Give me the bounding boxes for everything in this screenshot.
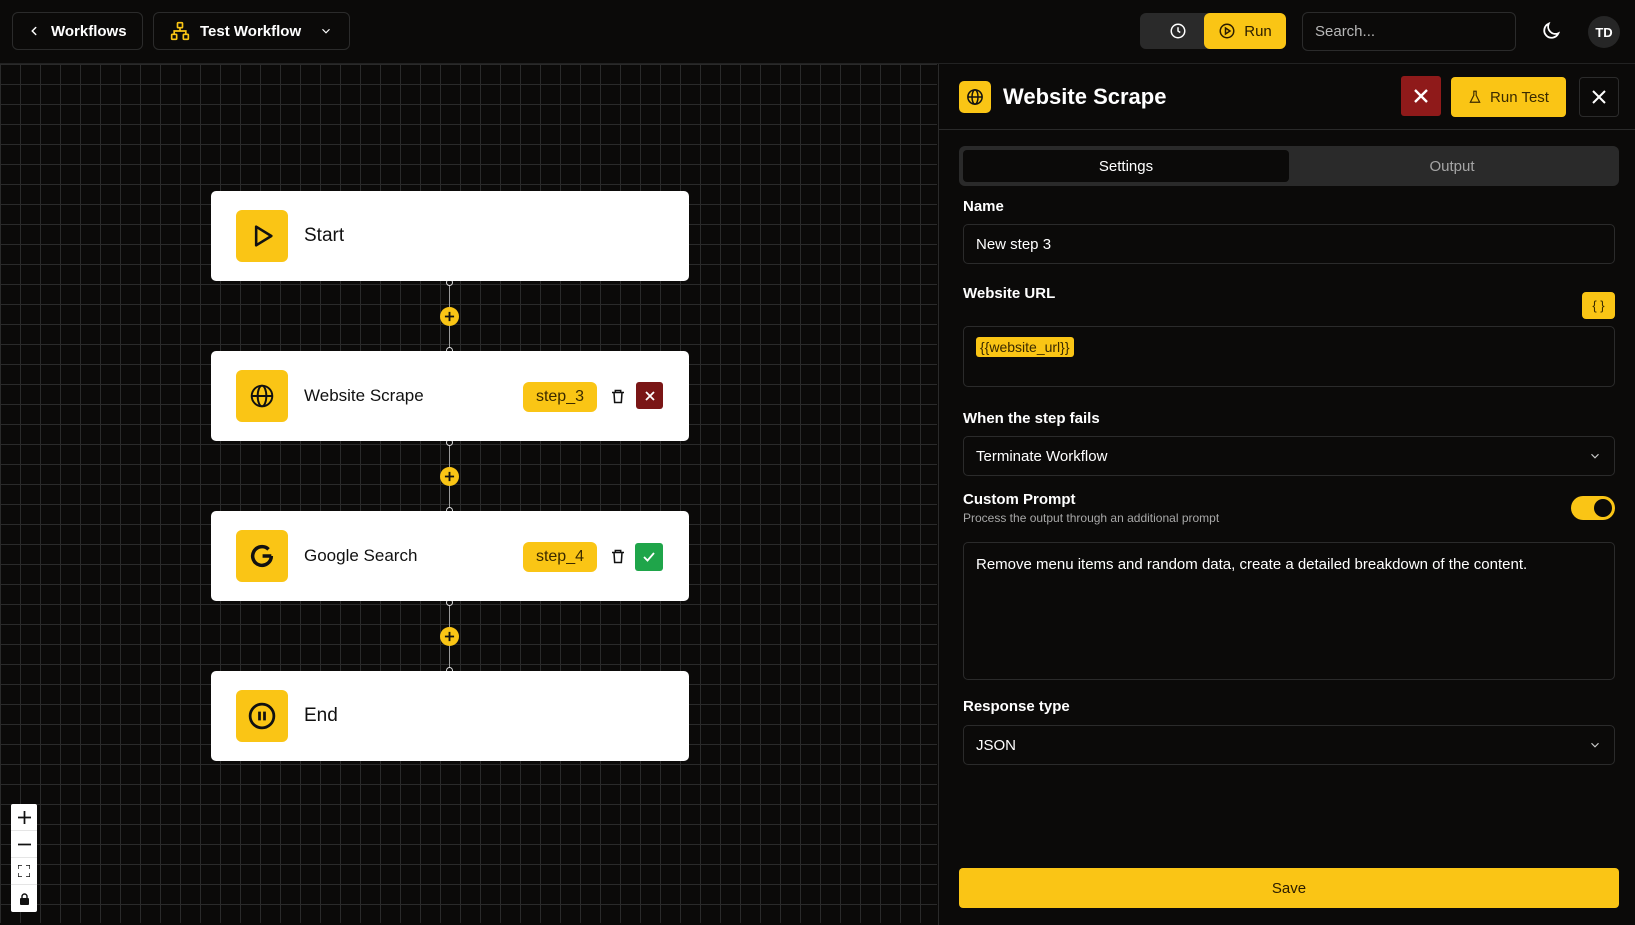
lock-button[interactable] — [11, 885, 37, 912]
add-step-button[interactable] — [440, 307, 459, 326]
plus-icon — [444, 471, 455, 482]
node-title: End — [304, 705, 338, 726]
variable-chip: {{website_url}} — [976, 337, 1074, 357]
node-end[interactable]: End — [211, 671, 689, 761]
success-check-icon — [635, 543, 663, 571]
moon-icon[interactable] — [1540, 20, 1562, 42]
response-type-select[interactable]: JSON — [963, 725, 1615, 765]
plus-icon — [444, 311, 455, 322]
custom-prompt-label: Custom Prompt — [963, 491, 1076, 508]
name-value: New step 3 — [976, 235, 1052, 253]
step-settings-panel: Website Scrape Run Test Settings Output … — [938, 64, 1635, 925]
response-type-value: JSON — [976, 736, 1017, 754]
failed-status-button[interactable] — [1401, 76, 1441, 116]
play-circle-icon — [1219, 23, 1235, 39]
avatar[interactable]: TD — [1588, 16, 1620, 48]
prompt-value: Remove menu items and random data, creat… — [976, 556, 1528, 573]
zoom-out-icon — [17, 843, 31, 845]
chevron-down-icon — [1591, 453, 1599, 459]
pause-circle-icon — [236, 690, 288, 742]
globe-icon — [236, 370, 288, 422]
tab-output[interactable]: Output — [1289, 150, 1615, 182]
node-title: Start — [304, 225, 345, 246]
plus-icon — [444, 631, 455, 642]
node-title: Google Search — [304, 546, 418, 565]
fail-behavior-label: When the step fails — [963, 410, 1100, 427]
fit-view-button[interactable] — [11, 858, 37, 885]
run-label: Run — [1244, 22, 1272, 40]
name-field[interactable]: New step 3 — [963, 224, 1615, 264]
save-button[interactable]: Save — [959, 868, 1619, 908]
play-icon — [236, 210, 288, 262]
node-title: Website Scrape — [304, 386, 424, 405]
node-google-search[interactable]: Google Search step_4 — [211, 511, 689, 601]
close-icon — [1414, 89, 1428, 103]
website-url-label: Website URL — [963, 285, 1056, 302]
panel-tabs: Settings Output — [959, 146, 1619, 186]
back-label: Workflows — [51, 22, 127, 40]
fail-behavior-value: Terminate Workflow — [976, 447, 1108, 465]
step-id-badge: step_4 — [522, 542, 597, 572]
fail-behavior-select[interactable]: Terminate Workflow — [963, 436, 1615, 476]
zoom-in-icon — [17, 810, 31, 824]
response-type-label: Response type — [963, 698, 1070, 715]
workflow-canvas[interactable]: Start Website Scrape step_3 Google Searc… — [0, 64, 937, 923]
toggle-knob — [1594, 499, 1612, 517]
add-step-button[interactable] — [440, 627, 459, 646]
panel-title: Website Scrape — [1003, 84, 1167, 109]
top-bar: Workflows Test Workflow Run TD — [0, 0, 1635, 64]
run-test-label: Run Test — [1490, 88, 1549, 106]
failed-status-icon — [636, 382, 663, 409]
search-input[interactable] — [1302, 12, 1516, 51]
globe-icon — [959, 81, 991, 113]
clock-icon — [1170, 23, 1186, 39]
chevron-down-icon — [1591, 742, 1599, 748]
website-url-field[interactable]: {{website_url}} — [963, 326, 1615, 387]
google-g-icon — [236, 530, 288, 582]
prompt-textarea[interactable]: Remove menu items and random data, creat… — [963, 542, 1615, 680]
custom-prompt-description: Process the output through an additional… — [963, 511, 1220, 525]
zoom-in-button[interactable] — [11, 804, 37, 831]
trash-icon[interactable] — [610, 548, 626, 565]
trash-icon[interactable] — [610, 388, 626, 405]
workflow-name: Test Workflow — [200, 22, 302, 40]
chevron-left-icon — [31, 26, 37, 36]
custom-prompt-toggle[interactable] — [1571, 496, 1615, 520]
panel-header: Website Scrape Run Test — [939, 64, 1635, 130]
close-panel-button[interactable] — [1579, 77, 1619, 117]
insert-variable-button[interactable]: { } — [1582, 292, 1615, 319]
run-test-button[interactable]: Run Test — [1451, 77, 1566, 117]
flask-icon — [1469, 90, 1481, 103]
name-label: Name — [963, 198, 1004, 215]
chevron-down-icon — [322, 28, 330, 34]
run-workflow-button[interactable]: Run — [1204, 13, 1286, 49]
canvas-controls — [11, 804, 37, 912]
workflow-icon — [170, 21, 190, 41]
back-to-workflows-button[interactable]: Workflows — [12, 12, 143, 50]
node-website-scrape[interactable]: Website Scrape step_3 — [211, 351, 689, 441]
step-id-badge: step_3 — [522, 382, 597, 412]
add-step-button[interactable] — [440, 467, 459, 486]
node-start[interactable]: Start — [211, 191, 689, 281]
tab-settings[interactable]: Settings — [963, 150, 1289, 182]
close-icon — [1592, 90, 1606, 104]
fit-view-icon — [18, 865, 30, 877]
workflow-selector[interactable]: Test Workflow — [153, 12, 350, 50]
zoom-out-button[interactable] — [11, 831, 37, 858]
lock-icon — [19, 892, 29, 905]
